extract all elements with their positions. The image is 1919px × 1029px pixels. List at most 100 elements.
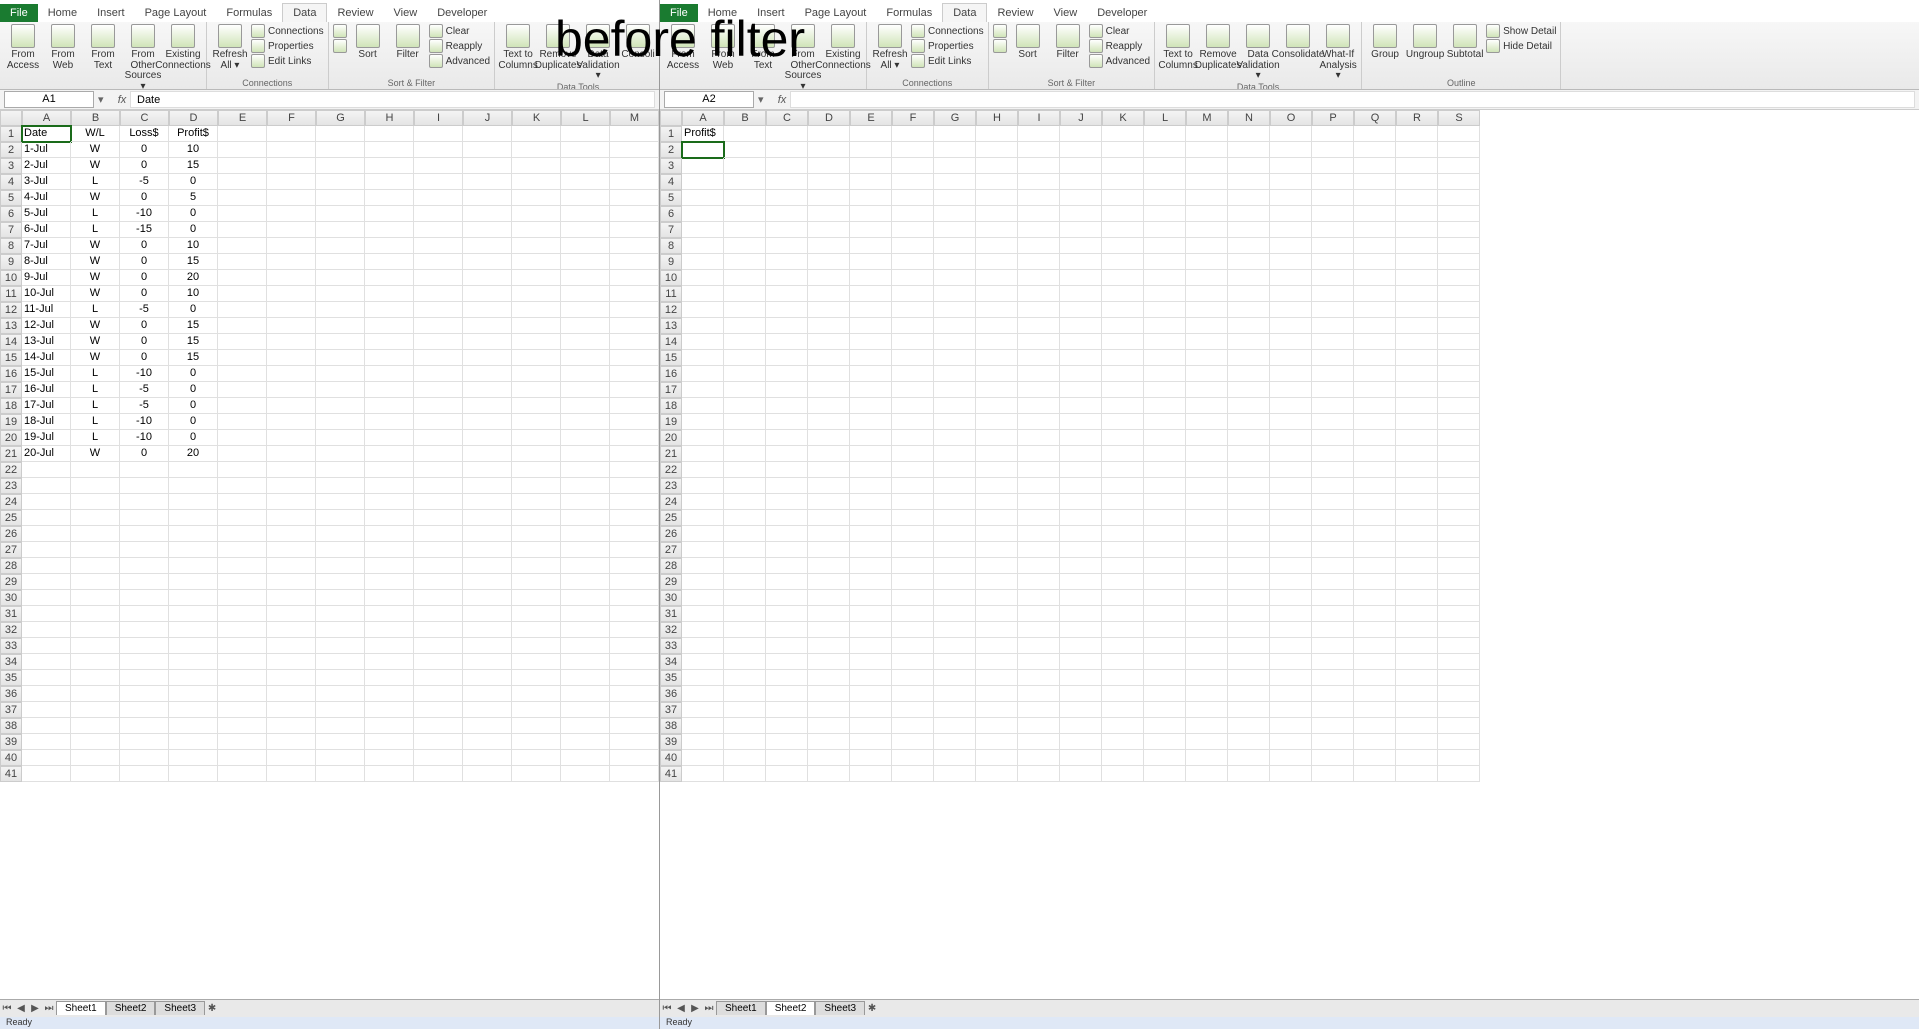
cell-A32[interactable] [682,622,724,638]
cell-G33[interactable] [934,638,976,654]
cell-D37[interactable] [169,702,218,718]
sheet-nav-prev-icon[interactable]: ◀ [674,1003,688,1014]
cell-E39[interactable] [850,734,892,750]
cell-S25[interactable] [1438,510,1480,526]
cell-P37[interactable] [1312,702,1354,718]
cell-N2[interactable] [1228,142,1270,158]
cell-E22[interactable] [850,462,892,478]
cell-G13[interactable] [316,318,365,334]
cell-P26[interactable] [1312,526,1354,542]
cell-A30[interactable] [22,590,71,606]
cell-C35[interactable] [766,670,808,686]
cell-R20[interactable] [1396,430,1438,446]
cell-K32[interactable] [1102,622,1144,638]
cell-K21[interactable] [1102,446,1144,462]
cell-M30[interactable] [610,590,659,606]
cell-J18[interactable] [1060,398,1102,414]
cell-G35[interactable] [316,670,365,686]
cell-E30[interactable] [218,590,267,606]
cell-S3[interactable] [1438,158,1480,174]
row-header-23[interactable]: 23 [0,478,22,494]
cell-E38[interactable] [218,718,267,734]
cell-S5[interactable] [1438,190,1480,206]
cell-G37[interactable] [316,702,365,718]
cell-D10[interactable]: 20 [169,270,218,286]
cell-F33[interactable] [267,638,316,654]
cell-G32[interactable] [934,622,976,638]
cell-I9[interactable] [1018,254,1060,270]
cell-L18[interactable] [1144,398,1186,414]
cell-R40[interactable] [1396,750,1438,766]
cell-D2[interactable]: 10 [169,142,218,158]
col-header-Q[interactable]: Q [1354,110,1396,126]
cell-H25[interactable] [365,510,414,526]
cell-B26[interactable] [724,526,766,542]
row-header-14[interactable]: 14 [660,334,682,350]
cell-H20[interactable] [976,430,1018,446]
cell-M29[interactable] [610,574,659,590]
cell-C12[interactable] [766,302,808,318]
cell-G16[interactable] [934,366,976,382]
text-to-columns-button[interactable]: Text to Columns [1159,24,1197,71]
cell-Q33[interactable] [1354,638,1396,654]
cell-J19[interactable] [1060,414,1102,430]
row-header-27[interactable]: 27 [660,542,682,558]
cell-A29[interactable] [22,574,71,590]
cell-G34[interactable] [316,654,365,670]
row-header-28[interactable]: 28 [0,558,22,574]
cell-Q34[interactable] [1354,654,1396,670]
cell-A40[interactable] [22,750,71,766]
cell-H34[interactable] [365,654,414,670]
cell-Q22[interactable] [1354,462,1396,478]
cell-Q32[interactable] [1354,622,1396,638]
whatif-button[interactable]: What-If Analysis ▾ [1319,24,1357,82]
cell-D34[interactable] [808,654,850,670]
cell-I9[interactable] [414,254,463,270]
cell-C38[interactable] [120,718,169,734]
cell-F29[interactable] [267,574,316,590]
cell-H17[interactable] [365,382,414,398]
name-box-dropdown-icon[interactable]: ▾ [98,93,108,106]
cell-J16[interactable] [1060,366,1102,382]
from-text-button[interactable]: From Text [84,24,122,71]
cell-I27[interactable] [414,542,463,558]
cell-E23[interactable] [218,478,267,494]
cell-N41[interactable] [1228,766,1270,782]
cell-I13[interactable] [1018,318,1060,334]
cell-L12[interactable] [1144,302,1186,318]
cell-A36[interactable] [682,686,724,702]
cell-C5[interactable] [766,190,808,206]
cell-I12[interactable] [414,302,463,318]
cell-B3[interactable] [724,158,766,174]
tab-data[interactable]: Data [942,3,987,22]
cell-I20[interactable] [1018,430,1060,446]
cell-A13[interactable]: 12-Jul [22,318,71,334]
cell-I34[interactable] [414,654,463,670]
cell-F18[interactable] [892,398,934,414]
cell-B26[interactable] [71,526,120,542]
cell-G25[interactable] [934,510,976,526]
cell-N8[interactable] [1228,238,1270,254]
cell-H26[interactable] [976,526,1018,542]
cell-K31[interactable] [512,606,561,622]
cell-H8[interactable] [365,238,414,254]
cell-H23[interactable] [365,478,414,494]
cell-A27[interactable] [682,542,724,558]
cell-K10[interactable] [1102,270,1144,286]
cell-K12[interactable] [512,302,561,318]
cell-A7[interactable] [682,222,724,238]
cell-J28[interactable] [463,558,512,574]
cell-N27[interactable] [1228,542,1270,558]
cell-M20[interactable] [610,430,659,446]
cell-I12[interactable] [1018,302,1060,318]
cell-A20[interactable] [682,430,724,446]
cell-D31[interactable] [808,606,850,622]
cell-C41[interactable] [120,766,169,782]
cell-Q28[interactable] [1354,558,1396,574]
cell-D25[interactable] [169,510,218,526]
cell-H30[interactable] [365,590,414,606]
cell-A38[interactable] [682,718,724,734]
cell-C9[interactable]: 0 [120,254,169,270]
cell-R27[interactable] [1396,542,1438,558]
cell-H36[interactable] [976,686,1018,702]
